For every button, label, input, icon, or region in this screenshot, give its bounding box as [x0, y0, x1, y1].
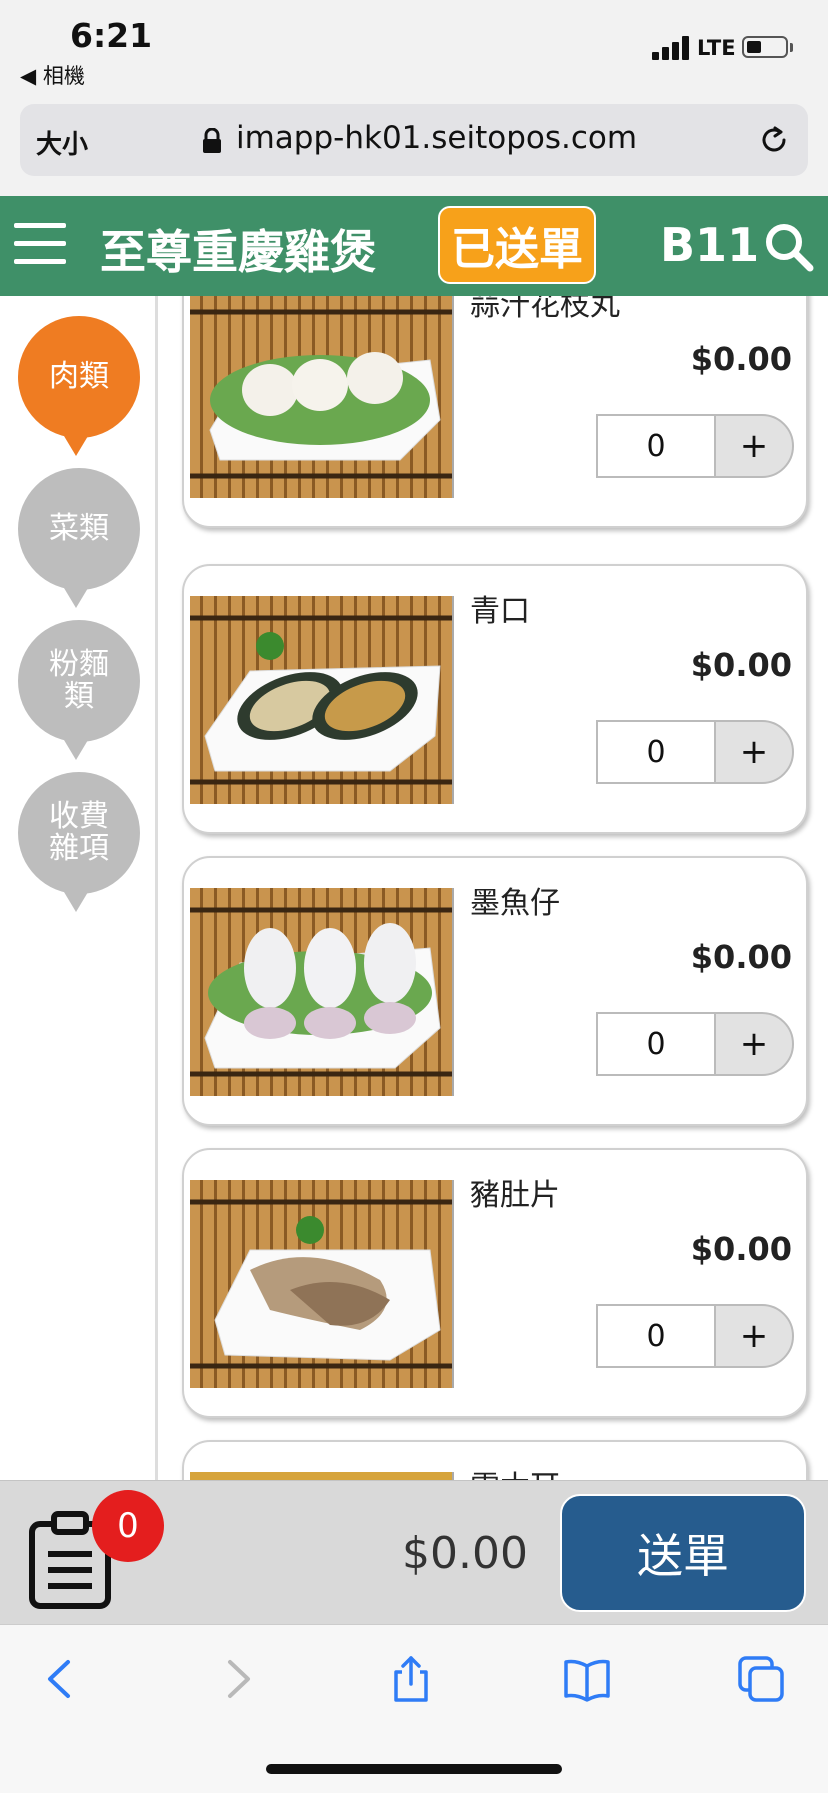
lock-icon — [203, 128, 221, 153]
product-name: 蒜汁花枝丸 — [470, 296, 620, 323]
product-price: $0.00 — [690, 938, 792, 976]
product-price: $0.00 — [690, 340, 792, 378]
product-name: 青口 — [470, 594, 530, 629]
product-list[interactable]: 蒜汁花枝丸 $0.00 0 + 青口 $0.00 0 + 墨魚仔 $0.00 0… — [158, 296, 828, 1480]
sent-orders-button[interactable]: 已送單 — [438, 206, 596, 284]
category-noodles[interactable]: 粉麵 類 — [18, 620, 140, 742]
product-price: $0.00 — [690, 1230, 792, 1268]
category-misc-charges[interactable]: 收費 雜項 — [18, 772, 140, 894]
product-image-fishballs — [190, 296, 454, 498]
network-label: LTE — [697, 36, 736, 60]
quantity-input[interactable]: 0 — [596, 720, 716, 784]
text-size-button[interactable]: 大小 — [36, 124, 88, 161]
product-image-wood-ear — [190, 1472, 454, 1480]
search-icon[interactable] — [764, 222, 814, 272]
store-title: 至尊重慶雞煲 — [100, 225, 376, 279]
product-image-mussels — [190, 596, 454, 804]
forward-arrow-icon[interactable] — [212, 1654, 262, 1704]
share-icon[interactable] — [386, 1654, 436, 1704]
table-number: B11 — [660, 218, 760, 272]
back-arrow-icon[interactable] — [36, 1654, 86, 1704]
battery-tip — [790, 43, 793, 52]
hamburger-menu-icon[interactable] — [14, 223, 66, 265]
product-name: 墨魚仔 — [470, 886, 560, 921]
category-tail — [64, 588, 88, 608]
product-name: 豬肚片 — [470, 1178, 560, 1213]
category-vegetables[interactable]: 菜類 — [18, 468, 140, 590]
product-card[interactable]: 青口 $0.00 0 + — [182, 564, 808, 834]
category-tail — [64, 436, 88, 456]
category-sidebar: 肉類 菜類 粉麵 類 收費 雜項 — [0, 296, 158, 1480]
quantity-input[interactable]: 0 — [596, 1304, 716, 1368]
product-image-squid — [190, 888, 454, 1096]
reload-icon[interactable] — [758, 124, 790, 156]
back-to-app-link[interactable]: ◀ 相機 — [20, 60, 85, 90]
quantity-input[interactable]: 0 — [596, 414, 716, 478]
category-tail — [64, 892, 88, 912]
category-tail — [64, 740, 88, 760]
product-card[interactable]: 蒜汁花枝丸 $0.00 0 + — [182, 296, 808, 528]
cart-count-badge: 0 — [92, 1490, 164, 1562]
add-quantity-button[interactable]: + — [714, 1012, 794, 1076]
bookmarks-icon[interactable] — [562, 1654, 612, 1704]
category-meat[interactable]: 肉類 — [18, 316, 140, 438]
product-card[interactable]: 豬肚片 $0.00 0 + — [182, 1148, 808, 1418]
product-card[interactable]: 雲木耳 — [182, 1440, 808, 1480]
battery-icon — [742, 36, 788, 58]
url-text[interactable]: imapp-hk01.seitopos.com — [236, 120, 637, 156]
quantity-input[interactable]: 0 — [596, 1012, 716, 1076]
status-time: 6:21 — [70, 16, 153, 55]
product-name: 雲木耳 — [470, 1462, 560, 1480]
home-indicator — [266, 1764, 562, 1774]
product-price: $0.00 — [690, 646, 792, 684]
submit-order-button[interactable]: 送單 — [560, 1494, 806, 1612]
product-card[interactable]: 墨魚仔 $0.00 0 + — [182, 856, 808, 1126]
signal-icon — [652, 36, 692, 60]
tabs-icon[interactable] — [736, 1654, 786, 1704]
add-quantity-button[interactable]: + — [714, 414, 794, 478]
add-quantity-button[interactable]: + — [714, 720, 794, 784]
product-image-pork-tripe — [190, 1180, 454, 1388]
add-quantity-button[interactable]: + — [714, 1304, 794, 1368]
order-total: $0.00 — [402, 1528, 528, 1579]
